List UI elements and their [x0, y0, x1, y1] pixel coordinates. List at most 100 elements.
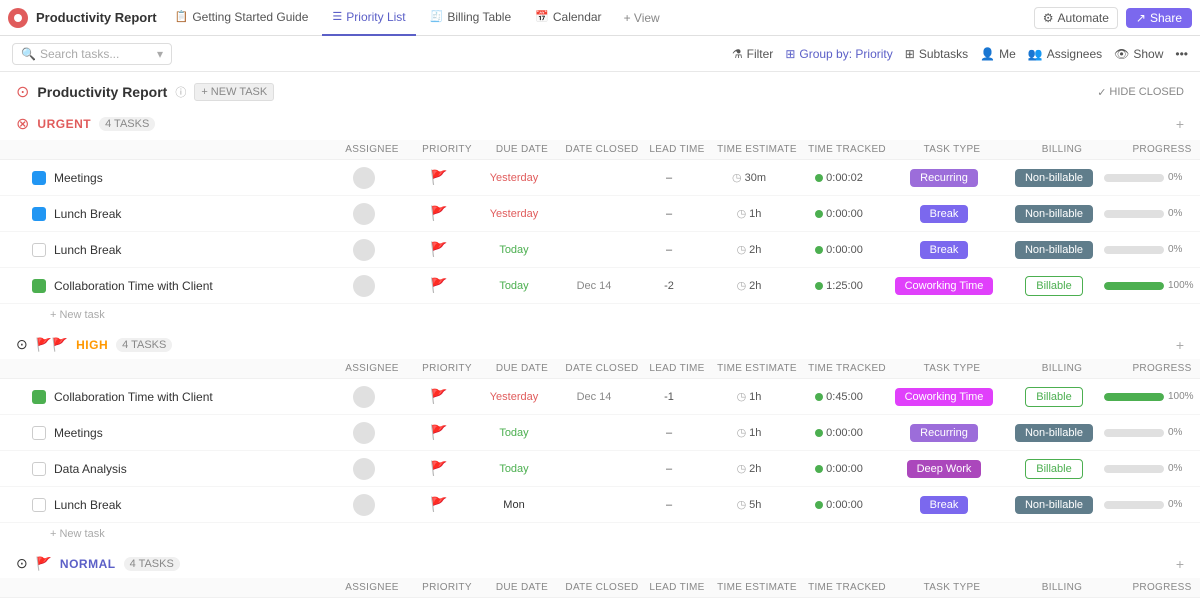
tracked-dot-icon	[815, 501, 823, 509]
task-time-tracked: 0:00:00	[794, 208, 884, 220]
task-type: Break	[884, 205, 1004, 223]
task-progress: 100%	[1104, 391, 1200, 402]
task-lead-time: –	[634, 172, 704, 184]
task-status-green	[32, 279, 46, 293]
task-billing: Non-billable	[1004, 424, 1104, 442]
priority-flag-icon: 🚩	[430, 169, 447, 186]
task-billing: Non-billable	[1004, 241, 1104, 259]
task-progress: 0%	[1104, 208, 1200, 219]
task-due-date: Yesterday	[474, 391, 554, 403]
new-task-row-high[interactable]: + New task	[0, 523, 1200, 545]
progress-percent: 0%	[1168, 244, 1182, 255]
tab-billing-table[interactable]: 🧾 Billing Table	[420, 0, 522, 36]
task-time-estimate: ◷1h	[704, 426, 794, 439]
progress-bar	[1104, 501, 1164, 509]
me-icon: 👤	[980, 47, 995, 61]
task-name: Lunch Break	[54, 498, 324, 512]
more-button[interactable]: •••	[1175, 47, 1188, 61]
tab-priority-list[interactable]: ☰ Priority List	[322, 0, 415, 36]
table-row[interactable]: Lunch Break 🚩 Mon – ◷5h 0:00:00 Break No…	[0, 487, 1200, 523]
hide-closed-button[interactable]: ✓ HIDE CLOSED	[1097, 86, 1184, 99]
project-header: ⊙ Productivity Report ⓘ + NEW TASK ✓ HID…	[0, 72, 1200, 108]
automate-button[interactable]: ⚙ Automate	[1034, 7, 1118, 29]
normal-count: 4 TASKS	[124, 557, 180, 571]
add-task-high-icon[interactable]: +	[1176, 337, 1184, 353]
avatar	[353, 494, 375, 516]
more-icon: •••	[1175, 47, 1188, 61]
tab-priority-list-label: Priority List	[346, 10, 405, 24]
task-progress: 0%	[1104, 244, 1200, 255]
show-button[interactable]: 👁 Show	[1114, 47, 1163, 61]
avatar	[353, 386, 375, 408]
group-by-label: Group by: Priority	[799, 47, 892, 61]
task-time-estimate: ◷2h	[704, 243, 794, 256]
task-status-blue	[32, 171, 46, 185]
table-row[interactable]: Collaboration Time with Client 🚩 Today D…	[0, 268, 1200, 304]
task-due-date: Mon	[474, 499, 554, 511]
avatar	[353, 458, 375, 480]
group-by-button[interactable]: ⊞ Group by: Priority	[785, 47, 892, 61]
task-time-estimate: ◷30m	[704, 171, 794, 184]
table-row[interactable]: Meetings 🚩 Today – ◷1h 0:00:00 Recurring…	[0, 415, 1200, 451]
billing-badge: Non-billable	[1015, 205, 1093, 223]
table-row[interactable]: Meetings 🚩 Yesterday – ◷30m 0:00:02 Recu…	[0, 160, 1200, 196]
task-progress: 0%	[1104, 499, 1200, 510]
progress-bar	[1104, 282, 1164, 290]
task-type: Deep Work	[884, 460, 1004, 478]
subtasks-button[interactable]: ⊞ Subtasks	[905, 47, 968, 61]
task-name: Meetings	[54, 171, 324, 185]
table-row[interactable]: Collaboration Time with Client 🚩 Yesterd…	[0, 379, 1200, 415]
tab-add-view[interactable]: + View	[616, 11, 668, 25]
progress-bar	[1104, 246, 1164, 254]
billing-badge: Non-billable	[1015, 424, 1093, 442]
me-button[interactable]: 👤 Me	[980, 47, 1016, 61]
task-priority: 🚩	[404, 241, 474, 258]
new-task-button[interactable]: + NEW TASK	[194, 83, 274, 101]
urgent-col-headers: ASSIGNEE PRIORITY DUE DATE DATE CLOSED L…	[0, 140, 1200, 160]
search-icon: 🔍	[21, 47, 36, 61]
progress-bar	[1104, 429, 1164, 437]
progress-percent: 100%	[1168, 391, 1194, 402]
new-task-row-urgent[interactable]: + New task	[0, 304, 1200, 326]
priority-flag-icon: 🚩	[430, 205, 447, 222]
share-icon: ↗	[1136, 11, 1146, 25]
task-time-tracked: 0:00:00	[794, 244, 884, 256]
task-assignee	[324, 203, 404, 225]
clock-icon: ◷	[737, 462, 747, 475]
avatar	[353, 239, 375, 261]
assignees-button[interactable]: 👥 Assignees	[1028, 47, 1102, 61]
tab-getting-started-label: Getting Started Guide	[192, 10, 308, 24]
tab-getting-started[interactable]: 📋 Getting Started Guide	[165, 0, 319, 36]
share-button[interactable]: ↗ Share	[1126, 8, 1192, 28]
filter-label: Filter	[747, 47, 774, 61]
table-row[interactable]: Lunch Break 🚩 Yesterday – ◷1h 0:00:00 Br…	[0, 196, 1200, 232]
tab-calendar[interactable]: 📅 Calendar	[525, 0, 611, 36]
calendar-icon: 📅	[535, 10, 549, 23]
billing-badge: Non-billable	[1015, 496, 1093, 514]
task-lead-time: –	[634, 244, 704, 256]
normal-flag-icon: 🚩	[36, 556, 52, 572]
table-row[interactable]: Lunch Break 🚩 Today – ◷2h 0:00:00 Break …	[0, 232, 1200, 268]
task-lead-time: -1	[634, 391, 704, 403]
search-box[interactable]: 🔍 Search tasks... ▾	[12, 43, 172, 65]
task-priority: 🚩	[404, 205, 474, 222]
task-name: Meetings	[54, 426, 324, 440]
task-name: Lunch Break	[54, 207, 324, 221]
clock-icon: ◷	[737, 390, 747, 403]
task-billing: Billable	[1004, 459, 1104, 479]
progress-bar	[1104, 393, 1164, 401]
table-row[interactable]: Data Analysis 🚩 Today – ◷2h 0:00:00 Deep…	[0, 451, 1200, 487]
top-nav: Productivity Report 📋 Getting Started Gu…	[0, 0, 1200, 36]
doc-icon: 📋	[175, 10, 189, 23]
nav-title: Productivity Report	[36, 10, 157, 25]
task-time-estimate: ◷1h	[704, 207, 794, 220]
add-task-normal-icon[interactable]: +	[1176, 556, 1184, 572]
clock-icon: ◷	[737, 207, 747, 220]
avatar	[353, 167, 375, 189]
high-col-headers: ASSIGNEE PRIORITY DUE DATE DATE CLOSED L…	[0, 359, 1200, 379]
high-icon: ⊙	[16, 336, 28, 353]
filter-button[interactable]: ⚗ Filter	[732, 47, 773, 61]
task-time-tracked: 0:00:00	[794, 463, 884, 475]
add-task-urgent-icon[interactable]: +	[1176, 116, 1184, 132]
subtasks-label: Subtasks	[919, 47, 968, 61]
